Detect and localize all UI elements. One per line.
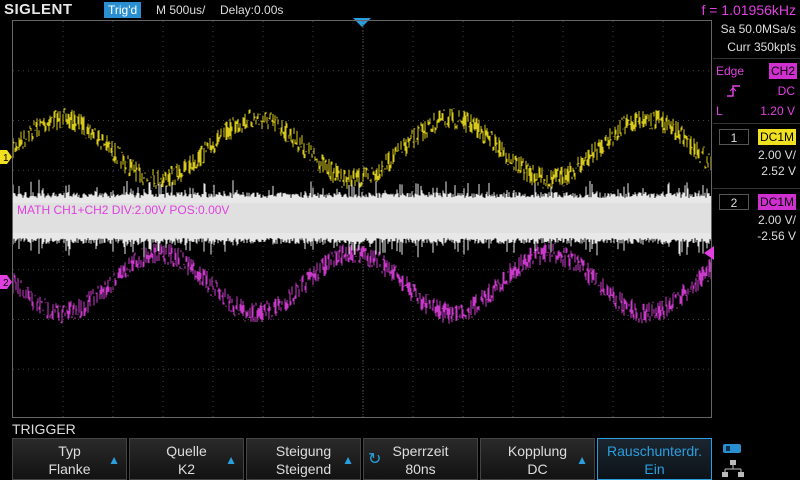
status-icons bbox=[722, 440, 752, 480]
trigger-coupling: DC bbox=[777, 84, 795, 98]
up-arrow-icon: ▲ bbox=[225, 453, 237, 467]
channel-1-number: 1 bbox=[719, 129, 749, 145]
delay-readout: Delay:0.00s bbox=[220, 3, 284, 17]
softkey-coupling[interactable]: Kopplung DC ▲ bbox=[480, 438, 595, 480]
channel-1-offset: 2.52 V bbox=[761, 164, 796, 178]
usb-icon bbox=[723, 444, 741, 453]
divider bbox=[713, 58, 800, 59]
softkey-type[interactable]: Typ Flanke ▲ bbox=[12, 438, 127, 480]
trigger-status-badge: Trig'd bbox=[104, 2, 142, 18]
channel-1-box[interactable]: 1 DC1M 2.00 V/ 2.52 V bbox=[713, 126, 800, 186]
channel-1-scale: 2.00 V/ bbox=[757, 148, 796, 162]
menu-title: TRIGGER bbox=[12, 421, 76, 437]
sample-rate: Sa 50.0MSa/s bbox=[720, 22, 796, 36]
ch1-marker[interactable]: 1 bbox=[0, 150, 12, 164]
channel-2-offset: -2.56 V bbox=[757, 229, 796, 243]
softkey-source[interactable]: Quelle K2 ▲ bbox=[129, 438, 244, 480]
trigger-level-label: L bbox=[716, 104, 723, 118]
channel-2-coupling: DC1M bbox=[757, 194, 796, 210]
timebase-readout: M 500us/ bbox=[156, 3, 206, 17]
brand-logo: SIGLENT bbox=[4, 1, 73, 18]
network-icon bbox=[722, 460, 744, 477]
softkey-value: Ein bbox=[644, 461, 665, 477]
divider bbox=[713, 123, 800, 124]
up-arrow-icon: ▲ bbox=[342, 453, 354, 467]
memory-depth: Curr 350kpts bbox=[727, 40, 796, 54]
channel-1-coupling: DC1M bbox=[757, 129, 796, 145]
up-arrow-icon: ▲ bbox=[108, 453, 120, 467]
frequency-readout: f = 1.01956kHz bbox=[701, 2, 796, 18]
trigger-type-row[interactable]: Edge CH2 bbox=[713, 61, 800, 81]
channel-2-box[interactable]: 2 DC1M 2.00 V/ -2.56 V bbox=[713, 191, 800, 251]
softkey-slope[interactable]: Steigung Steigend ▲ bbox=[246, 438, 361, 480]
channel-2-scale: 2.00 V/ bbox=[757, 213, 796, 227]
softkey-holdoff[interactable]: ↻ Sperrzeit 80ns bbox=[363, 438, 478, 480]
softkey-label: Rauschunterdr. bbox=[607, 443, 702, 459]
trigger-level: 1.20 V bbox=[760, 104, 795, 118]
up-arrow-icon: ▲ bbox=[576, 453, 588, 467]
math-label: MATH CH1+CH2 DIV:2.00V POS:0.00V bbox=[17, 203, 229, 217]
ch1-marker-label: 1 bbox=[3, 153, 9, 164]
softkey-bar: Typ Flanke ▲ Quelle K2 ▲ Steigung Steige… bbox=[12, 438, 800, 480]
trigger-type: Edge bbox=[716, 64, 745, 78]
waveform-display[interactable]: MATH CH1+CH2 DIV:2.00V POS:0.00V bbox=[12, 20, 712, 418]
trigger-slope-row[interactable]: DC bbox=[713, 81, 800, 101]
trigger-level-row[interactable]: L 1.20 V bbox=[713, 101, 800, 121]
top-bar: SIGLENT Trig'd M 500us/ Delay:0.00s f = … bbox=[0, 0, 800, 20]
knob-icon: ↻ bbox=[368, 451, 382, 468]
divider bbox=[713, 188, 800, 189]
trigger-source: CH2 bbox=[768, 63, 797, 79]
rising-edge-icon bbox=[727, 85, 740, 97]
waveform-canvas: MATH CH1+CH2 DIV:2.00V POS:0.00V bbox=[13, 21, 711, 417]
ch2-marker[interactable]: 2 bbox=[0, 275, 12, 289]
ch2-marker-label: 2 bbox=[3, 278, 9, 289]
info-panel: Sa 50.0MSa/s Curr 350kpts Edge CH2 DC L … bbox=[713, 20, 800, 418]
channel-2-number: 2 bbox=[719, 194, 749, 210]
softkey-noise-reject[interactable]: Rauschunterdr. Ein bbox=[597, 438, 712, 480]
